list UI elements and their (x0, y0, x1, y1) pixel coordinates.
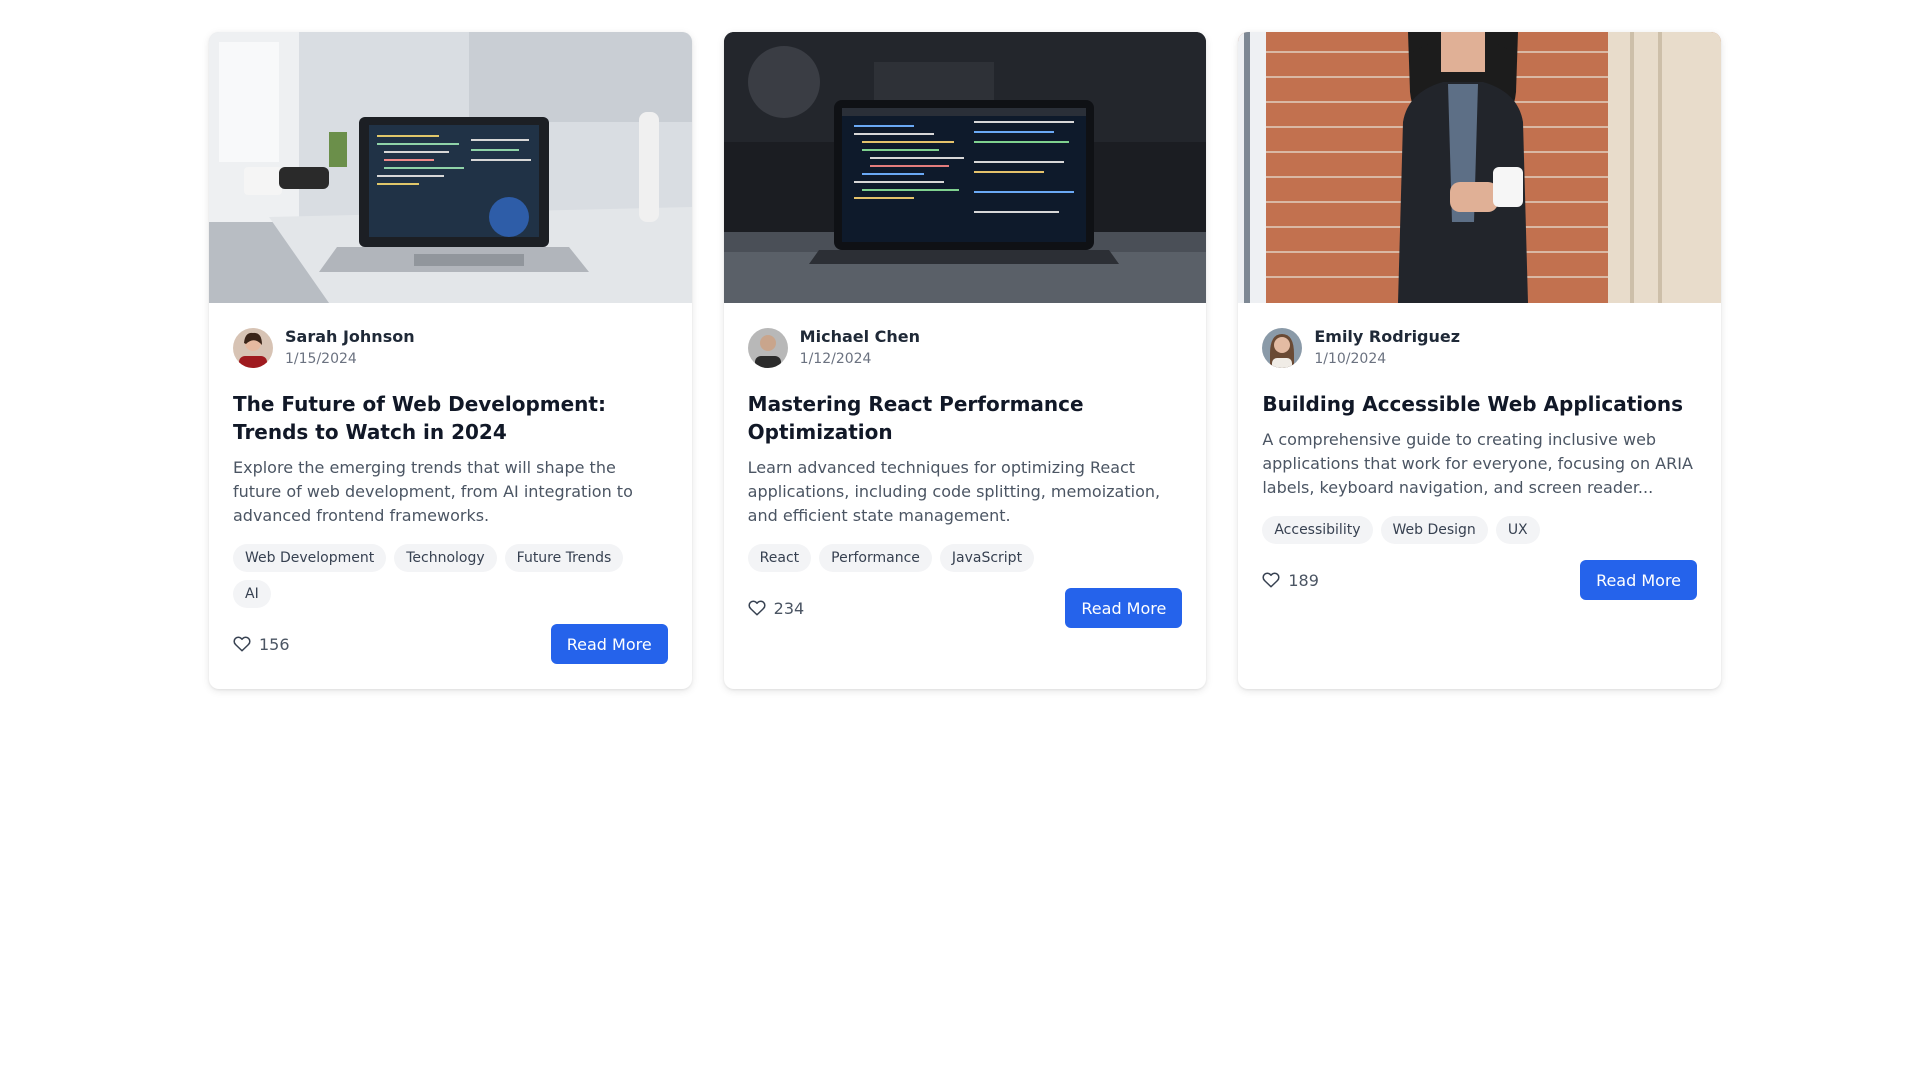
tag-list: Accessibility Web Design UX (1262, 516, 1697, 544)
tag[interactable]: Accessibility (1262, 516, 1373, 544)
tag[interactable]: Future Trends (504, 544, 624, 572)
blog-card: Sarah Johnson 1/15/2024 The Future of We… (209, 32, 692, 689)
tag[interactable]: Web Development (233, 544, 387, 572)
like-count: 189 (1288, 570, 1319, 590)
post-excerpt: Explore the emerging trends that will sh… (233, 458, 633, 525)
tag[interactable]: Technology (394, 544, 497, 572)
like-count: 234 (773, 598, 805, 618)
post-title[interactable]: Mastering React Performance Optimization (748, 390, 1183, 446)
tag[interactable]: React (747, 544, 812, 572)
post-date: 1/15/2024 (285, 351, 357, 367)
read-more-button[interactable]: Read More (1065, 588, 1183, 628)
blog-card: Emily Rodriguez 1/10/2024 Building Acces… (1238, 32, 1722, 689)
author-avatar (1262, 327, 1303, 368)
card-footer: 234 Read More (748, 588, 1183, 628)
hero-image (723, 32, 1207, 303)
post-date: 1/10/2024 (1314, 351, 1387, 367)
tag[interactable]: Web Design (1380, 516, 1488, 544)
tag-list: React Performance JavaScript (747, 544, 1183, 572)
card-footer: 189 Read More (1262, 560, 1698, 600)
like-count: 156 (259, 634, 290, 654)
like-button[interactable]: 189 (1262, 571, 1319, 590)
post-excerpt: A comprehensive guide to creating inclus… (1262, 430, 1693, 497)
author-avatar (747, 327, 788, 368)
tag[interactable]: JavaScript (939, 544, 1035, 572)
heart-icon (1262, 572, 1280, 588)
blog-card: Michael Chen 1/12/2024 Mastering React P… (723, 32, 1207, 689)
tag-list: Web Development Technology Future Trends… (233, 544, 668, 608)
author-row: Emily Rodriguez 1/10/2024 (1262, 327, 1697, 368)
post-date: 1/12/2024 (799, 351, 872, 367)
author-row: Sarah Johnson 1/15/2024 (233, 327, 668, 368)
tag[interactable]: UX (1495, 516, 1540, 544)
tag[interactable]: Performance (819, 544, 932, 572)
like-button[interactable]: 156 (233, 635, 290, 654)
tag[interactable]: AI (233, 580, 271, 608)
author-avatar (233, 327, 273, 368)
post-title[interactable]: Building Accessible Web Applications (1262, 390, 1697, 418)
author-name: Sarah Johnson (285, 327, 415, 346)
author-row: Michael Chen 1/12/2024 (747, 327, 1183, 368)
read-more-button[interactable]: Read More (1580, 560, 1698, 600)
author-name: Michael Chen (799, 327, 921, 346)
blog-card-grid: Sarah Johnson 1/15/2024 The Future of We… (209, 32, 1722, 689)
hero-image (209, 32, 692, 303)
hero-image (1238, 32, 1722, 303)
card-footer: 156 Read More (233, 624, 668, 664)
author-name: Emily Rodriguez (1314, 327, 1461, 346)
heart-icon (748, 600, 766, 616)
post-title[interactable]: The Future of Web Development: Trends to… (233, 390, 668, 446)
heart-icon (233, 636, 251, 652)
read-more-button[interactable]: Read More (550, 624, 668, 664)
post-excerpt: Learn advanced techniques for optimizing… (747, 458, 1161, 525)
like-button[interactable]: 234 (748, 598, 805, 618)
